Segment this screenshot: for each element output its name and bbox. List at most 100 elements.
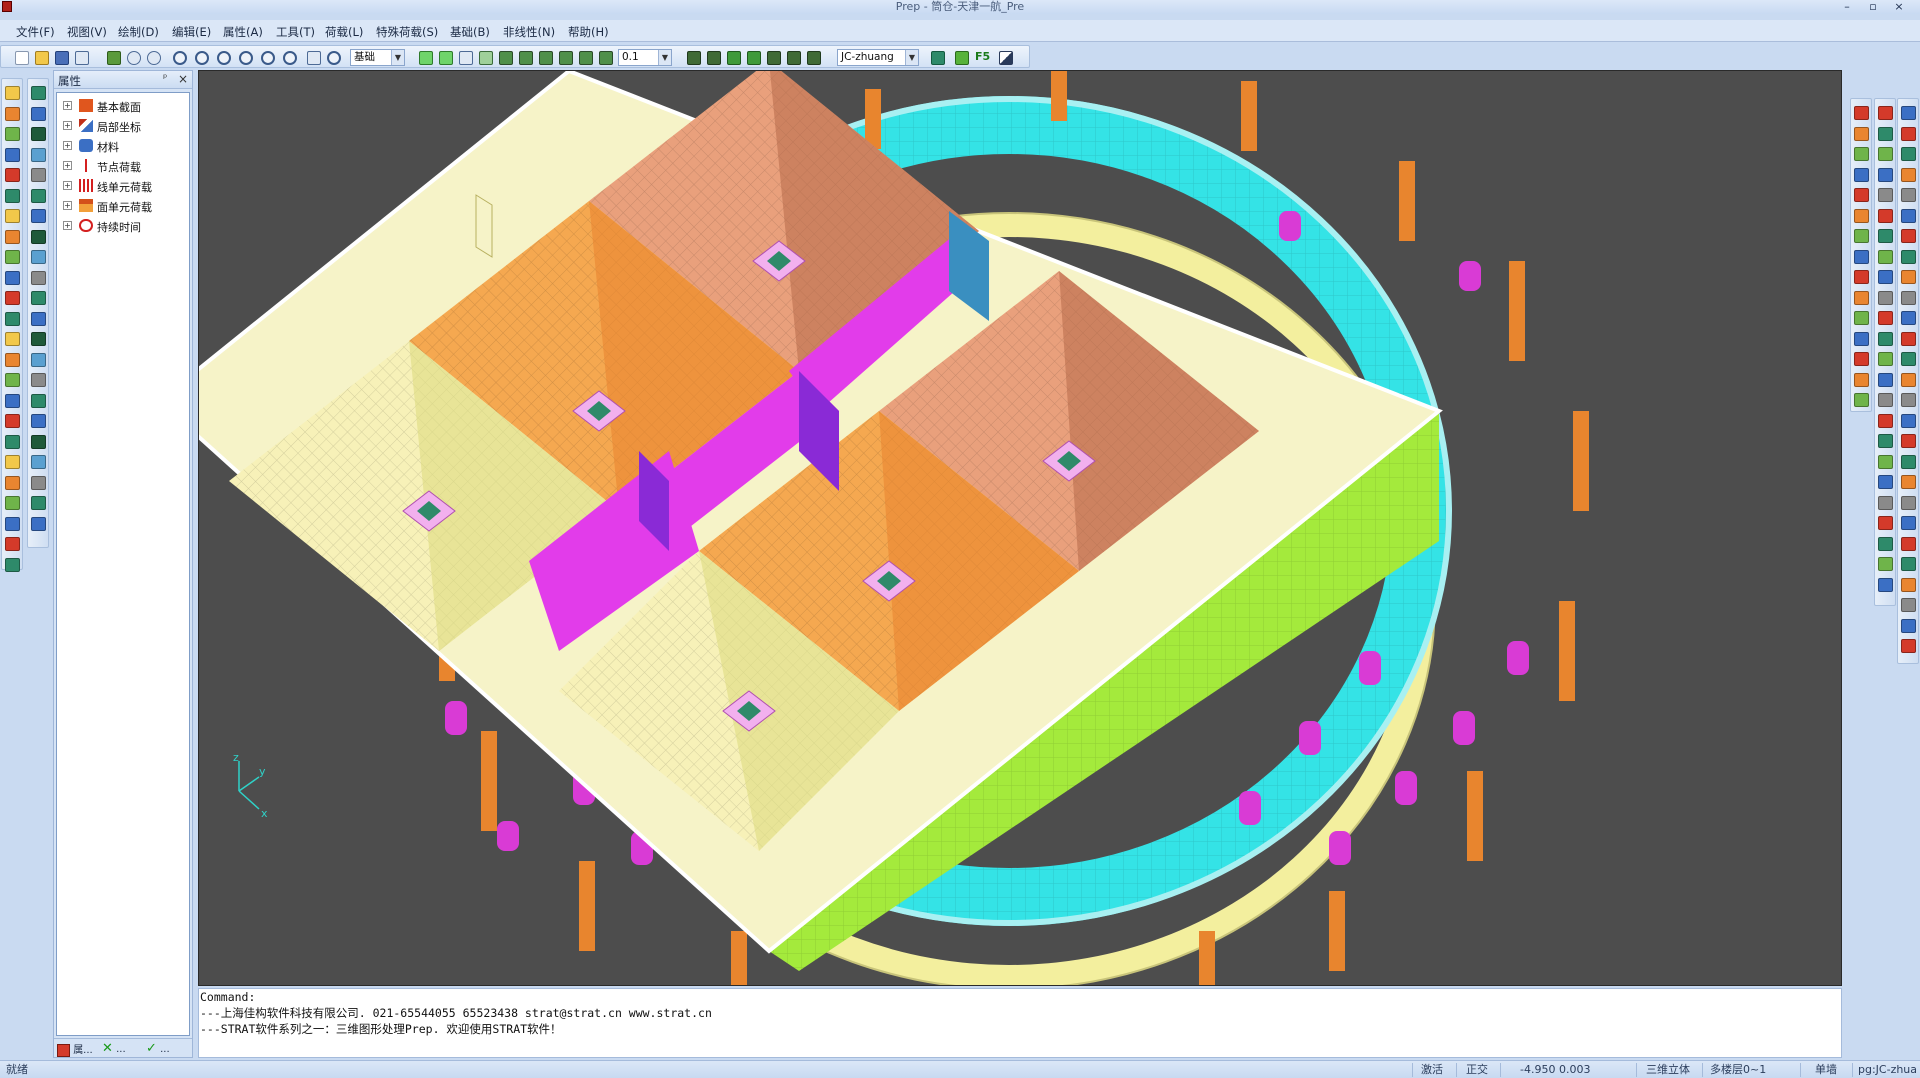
pile[interactable] — [1507, 641, 1529, 675]
analysis-tool-icon[interactable] — [1901, 331, 1916, 346]
foundation-tool-icon[interactable] — [1878, 352, 1893, 366]
floor-down-icon[interactable] — [747, 51, 761, 65]
foundation-tool-icon[interactable] — [1878, 393, 1893, 407]
load-tool-icon[interactable] — [1854, 290, 1869, 305]
rotate-z-icon[interactable] — [559, 51, 573, 65]
edit-tool-icon[interactable] — [5, 188, 20, 203]
3d-viewport[interactable]: z y x — [198, 70, 1842, 986]
user-combo[interactable]: JC-zhuang ▼ — [837, 49, 919, 66]
foundation-tool-icon[interactable] — [1878, 475, 1893, 489]
menu-help[interactable]: 帮助(H) — [568, 24, 609, 40]
expand-icon[interactable]: + — [63, 121, 72, 130]
expand-icon[interactable]: + — [63, 181, 72, 190]
zoom-extents-icon[interactable] — [283, 51, 297, 65]
analysis-tool-icon[interactable] — [1901, 516, 1916, 530]
pile[interactable] — [1359, 651, 1381, 685]
edit-tool-icon[interactable] — [5, 393, 20, 408]
chevron-down-icon[interactable]: ▼ — [391, 50, 404, 65]
axis-grid-icon[interactable] — [499, 51, 513, 65]
foundation-tool-icon[interactable] — [1878, 270, 1893, 284]
expand-icon[interactable]: + — [63, 221, 72, 230]
analysis-tool-icon[interactable] — [1901, 352, 1916, 366]
foundation-tool-icon[interactable] — [1878, 557, 1893, 571]
pilaster[interactable] — [1573, 411, 1589, 511]
draw-tool-icon[interactable] — [31, 414, 46, 428]
close-window-button[interactable]: × — [1888, 0, 1910, 14]
analysis-tool-icon[interactable] — [1901, 639, 1916, 653]
edit-tool-icon[interactable] — [5, 332, 20, 346]
pile[interactable] — [1395, 771, 1417, 805]
tree-item-area-load[interactable]: + 面单元荷载 — [57, 197, 189, 215]
pile[interactable] — [497, 821, 519, 851]
tree-item-line-load[interactable]: + 线单元荷载 — [57, 177, 189, 195]
pilaster[interactable] — [1199, 931, 1215, 986]
foundation-tool-icon[interactable] — [1878, 577, 1893, 592]
pilaster[interactable] — [1559, 601, 1575, 701]
minimize-button[interactable]: – — [1836, 0, 1858, 14]
restore-button[interactable]: ▫ — [1862, 0, 1884, 14]
tab-confirm[interactable]: ✓ ... — [146, 1041, 170, 1056]
tree-item-basic-section[interactable]: + 基本截面 — [57, 97, 189, 115]
analysis-tool-icon[interactable] — [1901, 557, 1916, 571]
chevron-down-icon[interactable]: ▼ — [658, 50, 671, 65]
pencil-icon[interactable] — [107, 51, 121, 65]
edit-tool-icon[interactable] — [5, 168, 20, 182]
analysis-tool-icon[interactable] — [1901, 393, 1916, 407]
load-tool-icon[interactable] — [1854, 393, 1869, 407]
pile[interactable] — [1459, 261, 1481, 291]
tab-check[interactable]: ✕ ... — [102, 1041, 126, 1056]
menu-file[interactable]: 文件(F) — [16, 24, 55, 40]
undo-icon[interactable] — [127, 51, 141, 65]
foundation-tool-icon[interactable] — [1878, 167, 1893, 182]
all-floors-icon[interactable] — [767, 51, 781, 65]
load-tool-icon[interactable] — [1854, 352, 1869, 366]
draw-tool-icon[interactable] — [31, 86, 46, 100]
expand-icon[interactable]: + — [63, 161, 72, 170]
pilaster[interactable] — [1329, 891, 1345, 971]
edit-tool-icon[interactable] — [5, 147, 20, 162]
zoom-window-icon[interactable] — [173, 51, 187, 65]
load-tool-icon[interactable] — [1854, 372, 1869, 387]
foundation-tool-icon[interactable] — [1878, 188, 1893, 202]
menu-edit[interactable]: 编辑(E) — [172, 24, 211, 40]
status-floors[interactable]: 多楼层0~1 — [1710, 1063, 1766, 1077]
new-file-icon[interactable] — [15, 51, 29, 65]
analysis-tool-icon[interactable] — [1901, 270, 1916, 284]
zoom-out-icon[interactable] — [239, 51, 253, 65]
edit-tool-icon[interactable] — [5, 86, 20, 100]
foundation-tool-icon[interactable] — [1878, 434, 1893, 448]
analysis-tool-icon[interactable] — [1901, 229, 1916, 243]
command-window[interactable]: Command: ---上海佳构软件科技有限公司. 021-65544055 6… — [198, 988, 1842, 1058]
pile[interactable] — [1329, 831, 1351, 865]
analysis-tool-icon[interactable] — [1901, 249, 1916, 264]
edit-tool-icon[interactable] — [5, 434, 20, 449]
pile[interactable] — [1239, 791, 1261, 825]
column-icon[interactable] — [931, 51, 945, 65]
status-view-mode[interactable]: 三维立体 — [1646, 1063, 1690, 1077]
menu-tools[interactable]: 工具(T) — [276, 24, 315, 40]
analysis-tool-icon[interactable] — [1901, 126, 1916, 141]
draw-tool-icon[interactable] — [31, 127, 46, 141]
draw-tool-icon[interactable] — [31, 270, 46, 285]
pilaster[interactable] — [1051, 71, 1067, 121]
pan-icon[interactable] — [307, 51, 321, 65]
load-tool-icon[interactable] — [1854, 167, 1869, 182]
analysis-tool-icon[interactable] — [1901, 106, 1916, 120]
pilaster[interactable] — [1467, 771, 1483, 861]
render-mode-icon[interactable] — [999, 51, 1013, 65]
draw-tool-icon[interactable] — [31, 229, 46, 244]
load-tool-icon[interactable] — [1854, 106, 1869, 120]
pile[interactable] — [1453, 711, 1475, 745]
foundation-icon[interactable] — [955, 51, 969, 65]
load-tool-icon[interactable] — [1854, 229, 1869, 243]
floor-icon[interactable] — [707, 51, 721, 65]
f5-refresh-label[interactable]: F5 — [975, 50, 990, 63]
load-tool-icon[interactable] — [1854, 208, 1869, 223]
tab-properties[interactable]: 属... — [57, 1041, 93, 1057]
foundation-tool-icon[interactable] — [1878, 229, 1893, 243]
edit-tool-icon[interactable] — [5, 455, 20, 469]
edit-tool-icon[interactable] — [5, 270, 20, 285]
draw-tool-icon[interactable] — [31, 291, 46, 305]
edit-tool-icon[interactable] — [5, 209, 20, 223]
analysis-tool-icon[interactable] — [1901, 413, 1916, 428]
